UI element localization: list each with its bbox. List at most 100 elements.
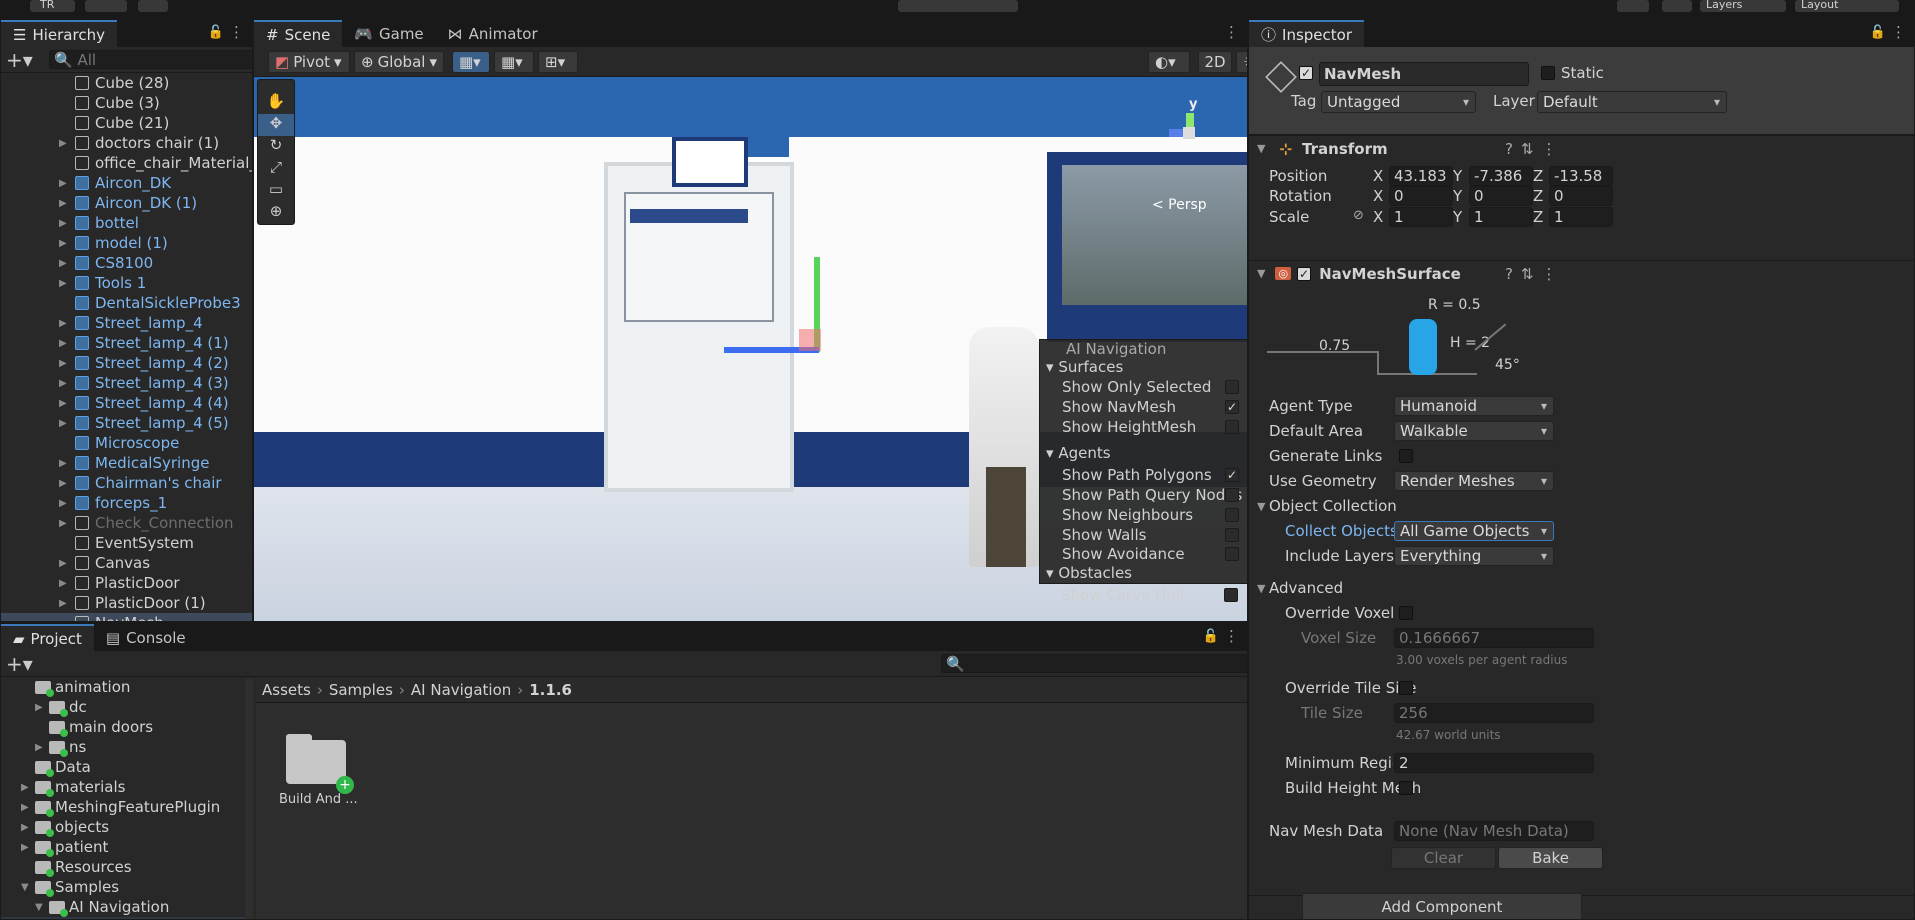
hierarchy-item[interactable]: ▶ Street_lamp_4 (4) [1, 393, 252, 413]
expand-arrow-icon[interactable]: ▶ [35, 742, 43, 753]
expand-arrow-icon[interactable]: ▼ [35, 902, 43, 913]
hierarchy-item[interactable]: ▶ Tools 1 [1, 273, 252, 293]
build-height-checkbox[interactable] [1399, 781, 1413, 795]
tab-game[interactable]: 🎮 Game [342, 20, 435, 47]
hierarchy-item[interactable]: ▶ doctors chair (1) [1, 133, 252, 153]
transform-tool-icon[interactable]: ⊕ [258, 202, 294, 224]
project-tree-scrollbar[interactable] [245, 679, 253, 919]
constrain-proportions-icon[interactable]: ⊘ [1353, 208, 1364, 223]
rect-tool-icon[interactable]: ▭ [258, 180, 294, 202]
min-region-field[interactable]: 2 [1394, 753, 1594, 773]
hierarchy-item[interactable]: ▶ Aircon_DK (1) [1, 193, 252, 213]
object-collection-foldout-icon[interactable]: ▼ [1257, 500, 1265, 513]
move-tool-icon[interactable]: ✥ [258, 114, 294, 136]
expand-arrow-icon[interactable]: ▶ [59, 358, 69, 369]
more-icon[interactable]: ⋮ [229, 23, 244, 41]
object-name-field[interactable]: NavMesh [1319, 62, 1529, 86]
expand-arrow-icon[interactable]: ▶ [59, 378, 69, 389]
lock-icon[interactable]: 🔓 [1870, 25, 1886, 40]
project-tree-item[interactable]: animation [1, 677, 246, 697]
hierarchy-item[interactable]: ▶ Street_lamp_4 (5) [1, 413, 252, 433]
expand-arrow-icon[interactable]: ▶ [59, 318, 69, 329]
tag-dropdown[interactable]: Untagged [1321, 91, 1476, 113]
project-tree-item[interactable]: ▼ Samples [1, 877, 246, 897]
show-navmesh-checkbox[interactable]: ✓ [1225, 400, 1239, 414]
lock-icon[interactable]: 🔓 [1203, 629, 1219, 644]
scale-x-field[interactable]: 1 [1389, 207, 1453, 227]
tab-inspector[interactable]: ⓘ Inspector [1249, 20, 1364, 47]
project-tree-item[interactable]: ▶ objects [1, 817, 246, 837]
layers-dropdown[interactable]: Layers [1700, 0, 1786, 12]
expand-arrow-icon[interactable]: ▶ [59, 138, 69, 149]
lighting-toggle[interactable]: ☀ [1236, 51, 1247, 73]
scale-z-field[interactable]: 1 [1549, 207, 1613, 227]
scale-tool-icon[interactable]: ⤢ [258, 158, 294, 180]
more-icon[interactable]: ⋮ [1224, 627, 1239, 645]
expand-arrow-icon[interactable]: ▶ [35, 702, 43, 713]
override-voxel-checkbox[interactable] [1399, 606, 1413, 620]
add-component-button[interactable]: Add Component [1302, 893, 1582, 919]
move-plane-handle[interactable] [799, 329, 821, 351]
hierarchy-item[interactable]: ▶ Street_lamp_4 [1, 313, 252, 333]
expand-arrow-icon[interactable]: ▶ [21, 822, 29, 833]
expand-arrow-icon[interactable]: ▶ [59, 498, 69, 509]
rotation-y-field[interactable]: 0 [1469, 186, 1533, 206]
tab-project[interactable]: ▰ Project [1, 624, 94, 651]
hierarchy-item[interactable]: ▶ Street_lamp_4 (3) [1, 373, 252, 393]
expand-arrow-icon[interactable]: ▶ [59, 518, 69, 529]
active-checkbox[interactable]: ✓ [1299, 66, 1313, 80]
voxel-size-field[interactable]: 0.1666667 [1394, 628, 1594, 648]
hierarchy-item[interactable]: ▶ MedicalSyringe [1, 453, 252, 473]
more-icon[interactable]: ⋮ [1224, 23, 1239, 41]
hierarchy-item[interactable]: ▶ CS8100 [1, 253, 252, 273]
grid-plane-button[interactable]: ⊞▾ [538, 51, 578, 73]
lock-icon[interactable]: 🔓 [208, 25, 224, 40]
expand-arrow-icon[interactable]: ▶ [59, 458, 69, 469]
collect-objects-dropdown[interactable]: All Game Objects [1394, 521, 1554, 541]
global-dropdown[interactable]: ⊕ Global ▾ [354, 51, 444, 73]
transform-header[interactable]: ▼ ⊹ Transform ?⇅⋮ [1249, 135, 1914, 161]
position-y-field[interactable]: -7.386 [1469, 166, 1533, 186]
show-heightmesh-checkbox[interactable] [1225, 420, 1239, 434]
show-path-query-nodes-checkbox[interactable] [1225, 488, 1239, 502]
tab-hierarchy[interactable]: ☰ Hierarchy [1, 20, 117, 47]
breadcrumb-ai-navigation[interactable]: AI Navigation [411, 681, 511, 699]
agent-type-dropdown[interactable]: Humanoid [1394, 396, 1554, 416]
breadcrumb-version[interactable]: 1.1.6 [529, 681, 572, 699]
hierarchy-item[interactable]: ▶ forceps_1 [1, 493, 252, 513]
expand-arrow-icon[interactable]: ▶ [59, 338, 69, 349]
show-neighbours-checkbox[interactable] [1225, 508, 1239, 522]
expand-arrow-icon[interactable]: ▶ [21, 782, 29, 793]
hierarchy-item[interactable]: Microscope [1, 433, 252, 453]
orientation-gizmo[interactable] [1169, 107, 1209, 147]
expand-arrow-icon[interactable]: ▶ [59, 598, 69, 609]
surfaces-header[interactable]: ▾ Surfaces [1046, 358, 1123, 376]
breadcrumb-assets[interactable]: Assets [262, 681, 311, 699]
pivot-dropdown[interactable]: ◩ Pivot ▾ [268, 51, 350, 73]
navmesh-surface-enabled-checkbox[interactable]: ✓ [1297, 266, 1312, 281]
hierarchy-item[interactable]: ▶ PlasticDoor (1) [1, 593, 252, 613]
expand-arrow-icon[interactable]: ▶ [59, 178, 69, 189]
project-tree-item[interactable]: ▼ AI Navigation [1, 897, 246, 917]
position-z-field[interactable]: -13.58 [1549, 166, 1613, 186]
project-tree-item[interactable]: main doors [1, 717, 246, 737]
expand-arrow-icon[interactable]: ▶ [59, 218, 69, 229]
hierarchy-item[interactable]: EventSystem [1, 533, 252, 553]
2d-toggle[interactable]: 2D [1198, 51, 1232, 73]
project-search-input[interactable]: 🔍 [941, 654, 1247, 673]
override-tile-checkbox[interactable] [1399, 681, 1413, 695]
hierarchy-item[interactable]: Cube (28) [1, 73, 252, 93]
hand-tool-icon[interactable]: ✋ [258, 92, 294, 114]
snap-increment-button[interactable]: ▦▾ [494, 51, 534, 73]
scene-viewport[interactable]: < Persp ✋ ✥ ↻ ⤢ ▭ ⊕ y AI Navigation ▾ Su… [254, 77, 1247, 621]
project-tree-item[interactable]: Data [1, 757, 246, 777]
navmesh-surface-header[interactable]: ▼ ◎ ✓ NavMeshSurface ?⇅⋮ [1249, 260, 1914, 286]
static-checkbox[interactable] [1541, 66, 1555, 80]
hierarchy-item[interactable]: Cube (21) [1, 113, 252, 133]
obstacles-header[interactable]: ▾ Obstacles [1046, 564, 1132, 582]
component-menu-icons[interactable]: ?⇅⋮ [1505, 265, 1565, 283]
expand-arrow-icon[interactable]: ▶ [59, 258, 69, 269]
rotation-x-field[interactable]: 0 [1389, 186, 1453, 206]
hierarchy-item[interactable]: NavMesh [1, 613, 252, 621]
tile-size-field[interactable]: 256 [1394, 703, 1594, 723]
